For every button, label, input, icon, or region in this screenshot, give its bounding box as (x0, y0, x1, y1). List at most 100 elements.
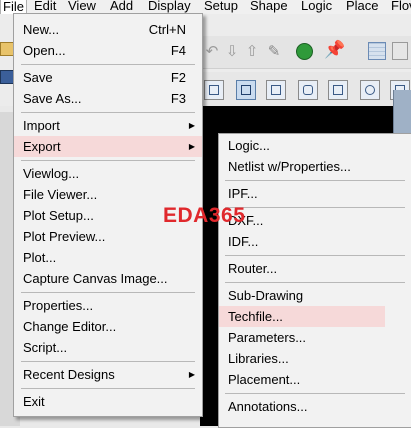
menu-separator (21, 64, 195, 65)
menu-view[interactable]: View (66, 0, 98, 14)
submenu-item-sub-drawing[interactable]: Sub-Drawing (219, 285, 411, 306)
menu-item-label: Capture Canvas Image... (23, 271, 168, 286)
menu-item-label: Netlist w/Properties... (228, 159, 351, 174)
menu-item-script[interactable]: Script... (14, 337, 202, 358)
submenu-arrow-icon: ▶ (188, 142, 195, 151)
submenu-item-techfile[interactable]: Techfile... (219, 306, 385, 327)
layer-icon[interactable] (392, 42, 408, 60)
menu-setup[interactable]: Setup (202, 0, 240, 14)
menu-item-shortcut: Ctrl+N (148, 22, 186, 37)
menu-separator (21, 292, 195, 293)
select-tool-icon[interactable] (204, 80, 224, 100)
frame-tool-icon[interactable] (266, 80, 286, 100)
menu-item-label: Plot... (23, 250, 57, 265)
menu-item-label: Plot Setup... (23, 208, 94, 223)
menu-item-recent-designs[interactable]: Recent Designs ▶ (14, 364, 202, 385)
menu-item-plot[interactable]: Plot... (14, 247, 202, 268)
submenu-item-dxf[interactable]: DXF... (219, 210, 411, 231)
menu-item-shortcut: F4 (170, 43, 186, 58)
menu-item-file-viewer[interactable]: File Viewer... (14, 184, 202, 205)
folder-icon[interactable] (0, 42, 14, 56)
menu-display[interactable]: Display (146, 0, 193, 14)
watermark-text: EDA365 (163, 204, 246, 227)
menu-item-label: Recent Designs (23, 367, 115, 382)
menu-item-label: File Viewer... (23, 187, 98, 202)
pin-icon[interactable]: 📌 (324, 40, 345, 60)
submenu-arrow-icon: ▶ (188, 121, 195, 130)
menu-item-label: Plot Preview... (23, 229, 106, 244)
submenu-item-router[interactable]: Router... (219, 258, 411, 279)
submenu-item-parameters[interactable]: Parameters... (219, 327, 411, 348)
menu-item-label: Exit (23, 394, 45, 409)
menu-item-import[interactable]: Import ▶ (14, 115, 202, 136)
menu-item-shortcut: F3 (170, 91, 186, 106)
menu-item-properties[interactable]: Properties... (14, 295, 202, 316)
menu-item-label: Import (23, 118, 60, 133)
download-icon[interactable]: ⇩ (222, 42, 242, 62)
circle-icon[interactable] (360, 80, 380, 100)
menu-item-change-editor[interactable]: Change Editor... (14, 316, 202, 337)
menu-item-save[interactable]: Save F2 (14, 67, 202, 88)
menu-separator (21, 112, 195, 113)
menu-item-viewlog[interactable]: Viewlog... (14, 163, 202, 184)
save-icon[interactable] (0, 70, 14, 84)
menu-separator (225, 282, 405, 283)
menu-item-label: Techfile... (228, 309, 283, 324)
menu-item-label: IPF... (228, 186, 258, 201)
menu-separator (21, 160, 195, 161)
menu-item-save-as[interactable]: Save As... F3 (14, 88, 202, 109)
submenu-item-ipf[interactable]: IPF... (219, 183, 411, 204)
menu-shape[interactable]: Shape (248, 0, 290, 14)
submenu-arrow-icon: ▶ (188, 370, 195, 379)
menu-item-label: Annotations... (228, 399, 308, 414)
submenu-item-annotations[interactable]: Annotations... (219, 396, 411, 417)
pointer-tool-icon[interactable] (236, 80, 256, 100)
menu-logic[interactable]: Logic (299, 0, 334, 14)
menu-item-label: Export (23, 139, 61, 154)
globe-icon[interactable] (296, 43, 313, 60)
menu-separator (21, 388, 195, 389)
submenu-item-netlist[interactable]: Netlist w/Properties... (219, 156, 411, 177)
menu-separator (225, 207, 405, 208)
menu-flow[interactable]: Flov (389, 0, 411, 14)
menu-place[interactable]: Place (344, 0, 381, 14)
menu-item-label: Properties... (23, 298, 94, 313)
menu-separator (225, 180, 405, 181)
menu-item-label: Save As... (23, 91, 82, 106)
menu-item-plot-preview[interactable]: Plot Preview... (14, 226, 202, 247)
menu-edit[interactable]: Edit (32, 0, 58, 14)
menu-item-label: Change Editor... (23, 319, 117, 334)
toolbar-row-2 (200, 72, 411, 106)
menu-separator (225, 255, 405, 256)
rounded-rect-icon[interactable] (298, 80, 318, 100)
undo-icon[interactable]: ↶ (202, 42, 222, 62)
menu-separator (225, 393, 405, 394)
rectangle-icon[interactable] (328, 80, 348, 100)
menu-item-label: Open... (23, 43, 66, 58)
menu-item-label: Placement... (228, 372, 301, 387)
menu-item-capture-canvas-image[interactable]: Capture Canvas Image... (14, 268, 202, 289)
menubar: File Edit View Add Display Setup Shape L… (0, 0, 411, 15)
toolbar-row-1: ↶ ⇩ ⇧ ✎ 📌 (200, 36, 411, 69)
submenu-item-logic[interactable]: Logic... (219, 135, 411, 156)
export-submenu: Logic... Netlist w/Properties... IPF... … (218, 133, 411, 428)
submenu-item-libraries[interactable]: Libraries... (219, 348, 411, 369)
menu-item-label: Script... (23, 340, 68, 355)
menu-item-exit[interactable]: Exit (14, 391, 202, 412)
tool-icon[interactable]: ✎ (264, 42, 284, 62)
menu-item-label: New... (23, 22, 60, 37)
grid-icon[interactable] (368, 42, 386, 60)
menu-item-export[interactable]: Export ▶ (14, 136, 202, 157)
submenu-item-idf[interactable]: IDF... (219, 231, 411, 252)
submenu-item-placement[interactable]: Placement... (219, 369, 411, 390)
upload-icon[interactable]: ⇧ (242, 42, 262, 62)
menu-item-label: Viewlog... (23, 166, 80, 181)
menu-item-label: Save (23, 70, 53, 85)
menu-add[interactable]: Add (108, 0, 135, 14)
menu-item-label: Logic... (228, 138, 270, 153)
menu-item-new[interactable]: New... Ctrl+N (14, 19, 202, 40)
menu-item-label: IDF... (228, 234, 259, 249)
menu-item-label: Parameters... (228, 330, 307, 345)
menu-item-shortcut: F2 (170, 70, 186, 85)
menu-item-open[interactable]: Open... F4 (14, 40, 202, 61)
